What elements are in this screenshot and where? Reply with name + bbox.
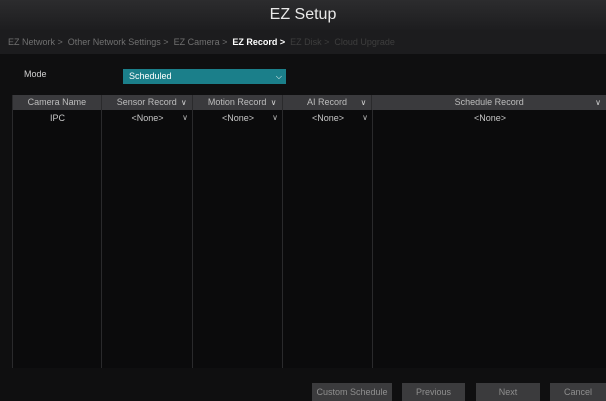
chevron-down-icon[interactable]: ∨: [181, 95, 187, 110]
step-ez-disk[interactable]: EZ Disk >: [290, 37, 329, 47]
sensor-record-value: <None>: [131, 113, 164, 123]
ai-record-value: <None>: [311, 113, 345, 123]
mode-label: Mode: [24, 69, 47, 79]
record-table: Camera Name Sensor Record ∨ Motion Recor…: [12, 95, 606, 368]
header-ai-record-label: AI Record: [306, 97, 347, 107]
ai-record-select[interactable]: <None> ∨: [283, 110, 373, 126]
next-button[interactable]: Next: [476, 383, 540, 401]
column-divider: [102, 110, 193, 368]
step-ez-camera[interactable]: EZ Camera >: [174, 37, 228, 47]
previous-button[interactable]: Previous: [402, 383, 465, 401]
custom-schedule-button[interactable]: Custom Schedule: [312, 383, 392, 401]
column-divider: [373, 110, 606, 368]
column-divider: [283, 110, 373, 368]
header-schedule-record[interactable]: Schedule Record ∨: [372, 95, 606, 110]
chevron-down-icon[interactable]: ∨: [271, 95, 277, 110]
chevron-down-icon: ∨: [362, 113, 368, 122]
chevron-down-icon[interactable]: ∨: [361, 95, 367, 110]
column-divider: [13, 110, 102, 368]
wizard-steps: EZ Network > Other Network Settings > EZ…: [0, 30, 606, 54]
motion-record-value: <None>: [221, 113, 255, 123]
step-ez-network[interactable]: EZ Network >: [8, 37, 63, 47]
step-cloud-upgrade[interactable]: Cloud Upgrade: [334, 37, 395, 47]
camera-name: IPC: [49, 113, 65, 123]
chevron-down-icon: ∨: [272, 113, 278, 122]
header-sensor-record-label: Sensor Record: [116, 97, 177, 107]
cancel-button[interactable]: Cancel: [550, 383, 606, 401]
header-motion-record[interactable]: Motion Record ∨: [193, 95, 283, 110]
window-title-text: EZ Setup: [269, 6, 337, 23]
mode-select[interactable]: Scheduled ⌵: [123, 69, 286, 84]
table-row[interactable]: IPC <None> ∨ <None> ∨ <None> ∨ <None>: [13, 110, 606, 126]
schedule-record-value: <None>: [473, 113, 507, 123]
chevron-down-icon: ∨: [182, 113, 188, 122]
header-camera-name-label: Camera Name: [27, 97, 87, 107]
schedule-record-select[interactable]: <None>: [373, 110, 606, 126]
chevron-down-icon[interactable]: ∨: [595, 95, 601, 110]
sensor-record-select[interactable]: <None> ∨: [102, 110, 193, 126]
header-motion-record-label: Motion Record: [207, 97, 267, 107]
header-camera-name: Camera Name: [13, 95, 102, 110]
header-schedule-record-label: Schedule Record: [454, 97, 524, 107]
camera-name-cell: IPC: [13, 110, 102, 126]
table-header: Camera Name Sensor Record ∨ Motion Recor…: [13, 95, 606, 110]
window-title: EZ Setup: [0, 0, 606, 30]
header-sensor-record[interactable]: Sensor Record ∨: [102, 95, 193, 110]
table-body: [13, 110, 606, 368]
motion-record-select[interactable]: <None> ∨: [193, 110, 283, 126]
mode-select-value: Scheduled: [129, 71, 172, 81]
header-ai-record[interactable]: AI Record ∨: [283, 95, 373, 110]
column-divider: [193, 110, 283, 368]
chevron-down-icon: ⌵: [275, 72, 282, 81]
step-other-network-settings[interactable]: Other Network Settings >: [68, 37, 169, 47]
step-ez-record[interactable]: EZ Record >: [232, 37, 285, 47]
